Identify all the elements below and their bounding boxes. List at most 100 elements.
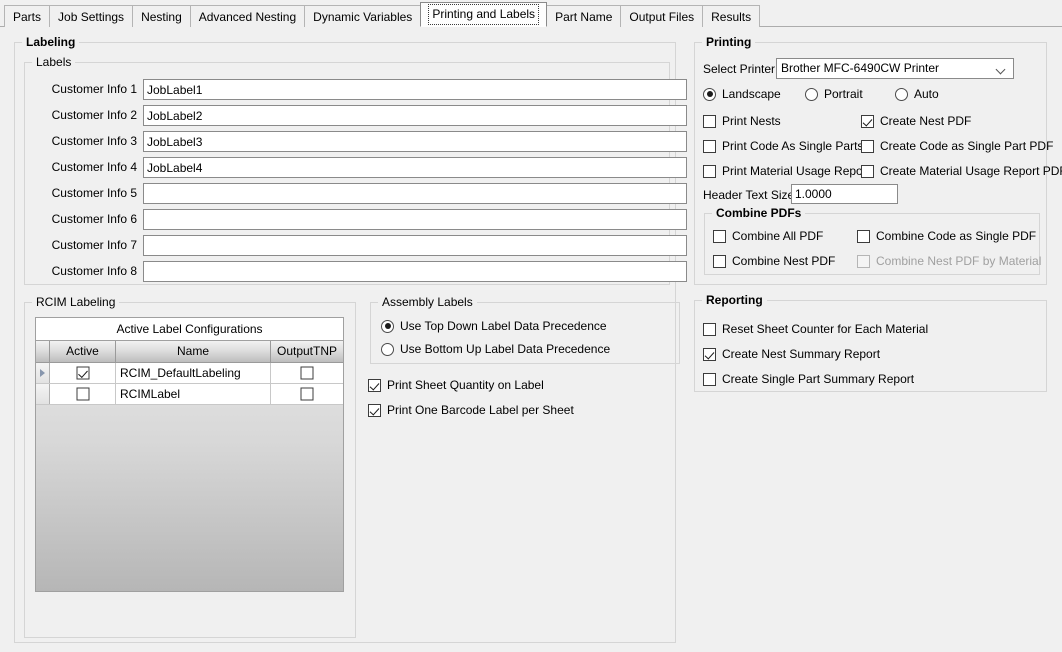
checkbox-combine-nest-pdf-label: Combine Nest PDF (732, 254, 835, 268)
row-selector-cell[interactable] (36, 384, 50, 404)
printer-select-value: Brother MFC-6490CW Printer (781, 61, 939, 75)
cell-name[interactable]: RCIM_DefaultLabeling (116, 363, 271, 383)
checkbox-combine-all-pdf[interactable]: Combine All PDF (713, 227, 823, 245)
tab-output-files[interactable]: Output Files (620, 5, 703, 27)
reporting-panel-title: Reporting (702, 293, 767, 307)
customer-info-4-input[interactable] (143, 157, 687, 178)
checkbox-print-code-single-parts[interactable]: Print Code As Single Parts (703, 137, 863, 155)
customer-info-row: Customer Info 4 (25, 157, 669, 178)
labeling-panel-title: Labeling (22, 35, 79, 49)
radio-auto-label: Auto (914, 87, 939, 101)
radio-auto[interactable]: Auto (895, 85, 939, 103)
table-row[interactable]: RCIMLabel (36, 384, 343, 405)
customer-info-3-input[interactable] (143, 131, 687, 152)
radio-top-down-precedence[interactable]: Use Top Down Label Data Precedence (381, 317, 607, 335)
cell-output-tnp[interactable] (271, 384, 343, 404)
checkbox-indicator-icon (857, 230, 870, 243)
customer-info-7-input[interactable] (143, 235, 687, 256)
checkbox-create-nest-summary-report[interactable]: Create Nest Summary Report (703, 345, 880, 363)
checkbox-indicator-icon (861, 165, 874, 178)
checkbox-create-material-usage-report-pdf[interactable]: Create Material Usage Report PDF (861, 162, 1062, 180)
customer-info-row: Customer Info 3 (25, 131, 669, 152)
header-text-size-input[interactable] (791, 184, 898, 204)
checkbox-indicator-icon (368, 379, 381, 392)
checkbox-indicator-icon (76, 388, 89, 401)
customer-info-row: Customer Info 1 (25, 79, 669, 100)
customer-info-6-input[interactable] (143, 209, 687, 230)
grid-header-name[interactable]: Name (116, 341, 271, 362)
checkbox-indicator-icon (703, 115, 716, 128)
checkbox-indicator-icon (703, 323, 716, 336)
checkbox-create-nest-pdf-label: Create Nest PDF (880, 114, 971, 128)
grid-header-outputtnp[interactable]: OutputTNP (271, 341, 343, 362)
tab-focus-outline: Printing and Labels (428, 4, 539, 25)
checkbox-create-material-usage-report-pdf-label: Create Material Usage Report PDF (880, 164, 1062, 178)
radio-portrait[interactable]: Portrait (805, 85, 863, 103)
tab-results[interactable]: Results (702, 5, 760, 27)
grid-caption: Active Label Configurations (36, 318, 343, 341)
grid-body: RCIM_DefaultLabelingRCIMLabel (36, 363, 343, 405)
printer-select[interactable]: Brother MFC-6490CW Printer (776, 58, 1014, 79)
cell-active[interactable] (50, 363, 116, 383)
printing-panel-title: Printing (702, 35, 755, 49)
cell-name[interactable]: RCIMLabel (116, 384, 271, 404)
customer-info-4-label: Customer Info 4 (33, 157, 137, 178)
tab-advanced-nesting[interactable]: Advanced Nesting (190, 5, 305, 27)
tab-dynamic-variables[interactable]: Dynamic Variables (304, 5, 421, 27)
checkbox-print-material-usage-report[interactable]: Print Material Usage Report (703, 162, 870, 180)
checkbox-indicator-icon (76, 367, 89, 380)
checkbox-create-nest-pdf[interactable]: Create Nest PDF (861, 112, 971, 130)
customer-info-1-input[interactable] (143, 79, 687, 100)
assembly-labels-title: Assembly Labels (378, 295, 477, 309)
checkbox-print-one-barcode-label: Print One Barcode Label per Sheet (387, 403, 574, 417)
tab-parts[interactable]: Parts (4, 5, 50, 27)
grid-header-active[interactable]: Active (50, 341, 116, 362)
row-selector-cell[interactable] (36, 363, 50, 383)
radio-bottom-up-precedence[interactable]: Use Bottom Up Label Data Precedence (381, 340, 610, 358)
radio-indicator-icon (381, 343, 394, 356)
labels-group-title: Labels (32, 55, 75, 69)
tab-nesting[interactable]: Nesting (132, 5, 191, 27)
checkbox-combine-nest-pdf[interactable]: Combine Nest PDF (713, 252, 835, 270)
tab-printing-and-labels[interactable]: Printing and Labels (420, 2, 547, 27)
checkbox-create-single-part-summary-report-label: Create Single Part Summary Report (722, 372, 914, 386)
checkbox-print-nests-label: Print Nests (722, 114, 781, 128)
customer-info-2-input[interactable] (143, 105, 687, 126)
checkbox-indicator-icon (703, 165, 716, 178)
checkbox-print-one-barcode[interactable]: Print One Barcode Label per Sheet (368, 401, 574, 419)
checkbox-print-code-single-parts-label: Print Code As Single Parts (722, 139, 863, 153)
chevron-down-icon (997, 66, 1005, 71)
radio-indicator-icon (381, 320, 394, 333)
row-selected-arrow-icon (40, 369, 45, 377)
radio-landscape[interactable]: Landscape (703, 85, 781, 103)
checkbox-combine-nest-pdf-by-material: Combine Nest PDF by Material (857, 252, 1041, 270)
checkbox-create-single-part-summary-report[interactable]: Create Single Part Summary Report (703, 370, 914, 388)
checkbox-indicator-icon (857, 255, 870, 268)
customer-info-row: Customer Info 6 (25, 209, 669, 230)
tab-part-name[interactable]: Part Name (546, 5, 621, 27)
cell-output-tnp[interactable] (271, 363, 343, 383)
checkbox-create-nest-summary-report-label: Create Nest Summary Report (722, 347, 880, 361)
customer-info-8-input[interactable] (143, 261, 687, 282)
checkbox-indicator-icon (301, 367, 314, 380)
checkbox-create-code-single-part-pdf[interactable]: Create Code as Single Part PDF (861, 137, 1053, 155)
active-label-configurations-grid[interactable]: Active Label Configurations Active Name … (35, 317, 344, 592)
checkbox-print-material-usage-report-label: Print Material Usage Report (722, 164, 870, 178)
cell-active[interactable] (50, 384, 116, 404)
checkbox-combine-code-single-pdf[interactable]: Combine Code as Single PDF (857, 227, 1036, 245)
grid-header-selector (36, 341, 50, 362)
radio-indicator-icon (895, 88, 908, 101)
checkbox-indicator-icon (861, 140, 874, 153)
checkbox-indicator-icon (703, 140, 716, 153)
radio-portrait-label: Portrait (824, 87, 863, 101)
checkbox-indicator-icon (713, 230, 726, 243)
checkbox-print-sheet-quantity[interactable]: Print Sheet Quantity on Label (368, 376, 544, 394)
checkbox-reset-sheet-counter[interactable]: Reset Sheet Counter for Each Material (703, 320, 928, 338)
checkbox-print-nests[interactable]: Print Nests (703, 112, 781, 130)
grid-header-row: Active Name OutputTNP (36, 341, 343, 363)
rcim-labeling-group: RCIM Labeling Active Label Configuration… (24, 302, 356, 638)
customer-info-5-input[interactable] (143, 183, 687, 204)
tab-job-settings[interactable]: Job Settings (49, 5, 133, 27)
table-row[interactable]: RCIM_DefaultLabeling (36, 363, 343, 384)
customer-info-row: Customer Info 2 (25, 105, 669, 126)
